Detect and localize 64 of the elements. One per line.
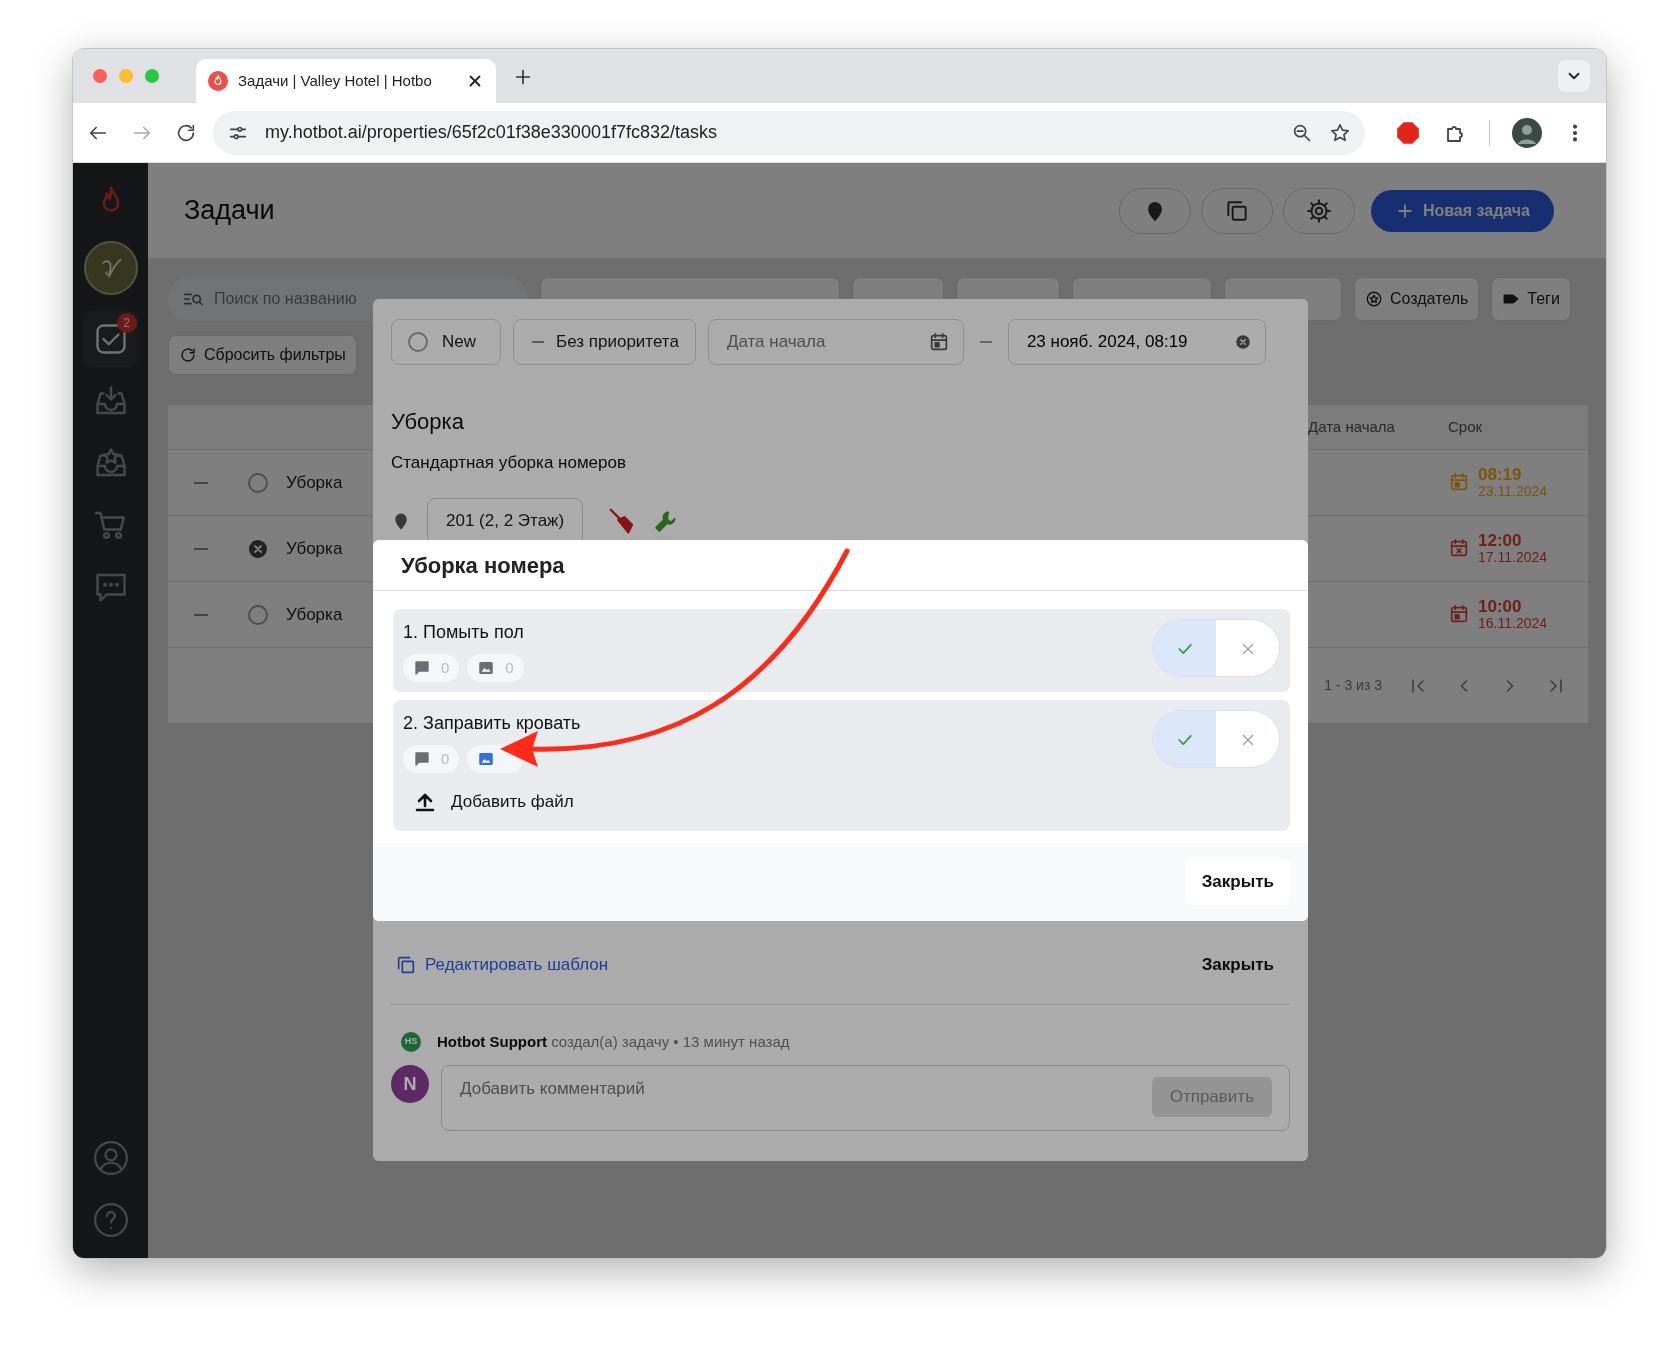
copy-button[interactable] xyxy=(1200,187,1273,234)
due-time: 12:00 xyxy=(1478,531,1523,549)
status-circle-icon xyxy=(406,330,430,354)
priority-button[interactable]: Без приоритета xyxy=(513,319,696,365)
new-task-button[interactable]: Новая задача xyxy=(1370,189,1554,232)
bookmark-star-icon[interactable] xyxy=(1329,121,1351,144)
help-icon xyxy=(91,1201,130,1239)
status-circle-icon[interactable] xyxy=(246,602,270,627)
dash-icon xyxy=(532,341,544,343)
stop-sign-icon[interactable] xyxy=(1395,119,1421,146)
modal-title: Уборка номера xyxy=(373,540,1308,591)
clear-icon[interactable] xyxy=(1233,333,1252,351)
add-file-button[interactable]: Добавить файл xyxy=(403,783,584,821)
refresh-icon xyxy=(179,346,197,364)
due-date: 16.11.2024 xyxy=(1478,614,1548,632)
settings-icon xyxy=(1305,197,1332,224)
profile-avatar[interactable] xyxy=(1512,117,1542,148)
close-window-button[interactable] xyxy=(93,69,107,83)
due-date-field[interactable]: 23 нояб. 2024, 08:19 xyxy=(1007,319,1266,365)
tab-title: Задачи | Valley Hotel | Hotbo xyxy=(238,70,433,91)
priority-dash-icon xyxy=(194,481,208,484)
status-button[interactable]: New xyxy=(391,319,501,365)
activity-text: Hotbot Support создал(а) задачу • 13 минут назад xyxy=(437,1031,790,1052)
column-header: Срок xyxy=(1448,416,1484,437)
user-avatar: HS xyxy=(401,1031,421,1052)
task-title: Уборка xyxy=(391,408,465,436)
filter-chip[interactable]: Теги xyxy=(1491,277,1571,321)
comment-icon xyxy=(413,659,431,677)
filter-chip[interactable]: Создатель xyxy=(1354,277,1480,321)
task-title[interactable]: Уборка xyxy=(286,601,343,628)
pagination-text: 1 - 3 из 3 xyxy=(1324,676,1382,695)
settings-button[interactable] xyxy=(1282,187,1355,234)
close-button[interactable]: Закрыть xyxy=(1185,859,1290,905)
user-avatar: N xyxy=(391,1065,429,1103)
due-time: 08:19 xyxy=(1478,465,1523,483)
notification-badge: 2 xyxy=(116,313,137,333)
status-circle-icon[interactable] xyxy=(246,470,270,495)
flame-icon xyxy=(208,71,228,91)
due-time: 10:00 xyxy=(1478,597,1523,615)
image-icon xyxy=(477,659,496,677)
task-title[interactable]: Уборка xyxy=(286,535,343,562)
priority-dash-icon xyxy=(194,547,208,550)
checklist-item-label: 1. Помыть пол xyxy=(403,621,525,644)
comment-icon xyxy=(413,750,431,768)
maximize-window-button[interactable] xyxy=(145,69,159,83)
user-icon xyxy=(91,1139,130,1177)
reset-filters-button[interactable]: Сбросить фильтры xyxy=(168,335,357,375)
column-header: Дата начала xyxy=(1308,416,1396,437)
browser-tab[interactable]: Задачи | Valley Hotel | Hotbo xyxy=(196,59,496,103)
sidebar-item[interactable]: 2 xyxy=(82,311,139,367)
start-date-field[interactable]: Дата начала xyxy=(707,319,964,365)
priority-dash-icon xyxy=(194,613,208,616)
star-circle-icon xyxy=(1365,290,1383,308)
range-dash-icon xyxy=(979,341,992,343)
avatar[interactable] xyxy=(83,241,138,295)
location-button[interactable] xyxy=(1118,187,1191,234)
page-title: Задачи xyxy=(184,194,275,228)
image-icon xyxy=(477,750,496,768)
due-date: 17.11.2024 xyxy=(1478,548,1548,566)
due-date: 23.11.2024 xyxy=(1478,482,1548,500)
task-title[interactable]: Уборка xyxy=(286,469,343,496)
task-description: Стандартная уборка номеров xyxy=(391,452,627,474)
edit-template-link[interactable]: Редактировать шаблон xyxy=(395,952,609,978)
checklist-item-label: 2. Заправить кровать xyxy=(403,712,582,735)
